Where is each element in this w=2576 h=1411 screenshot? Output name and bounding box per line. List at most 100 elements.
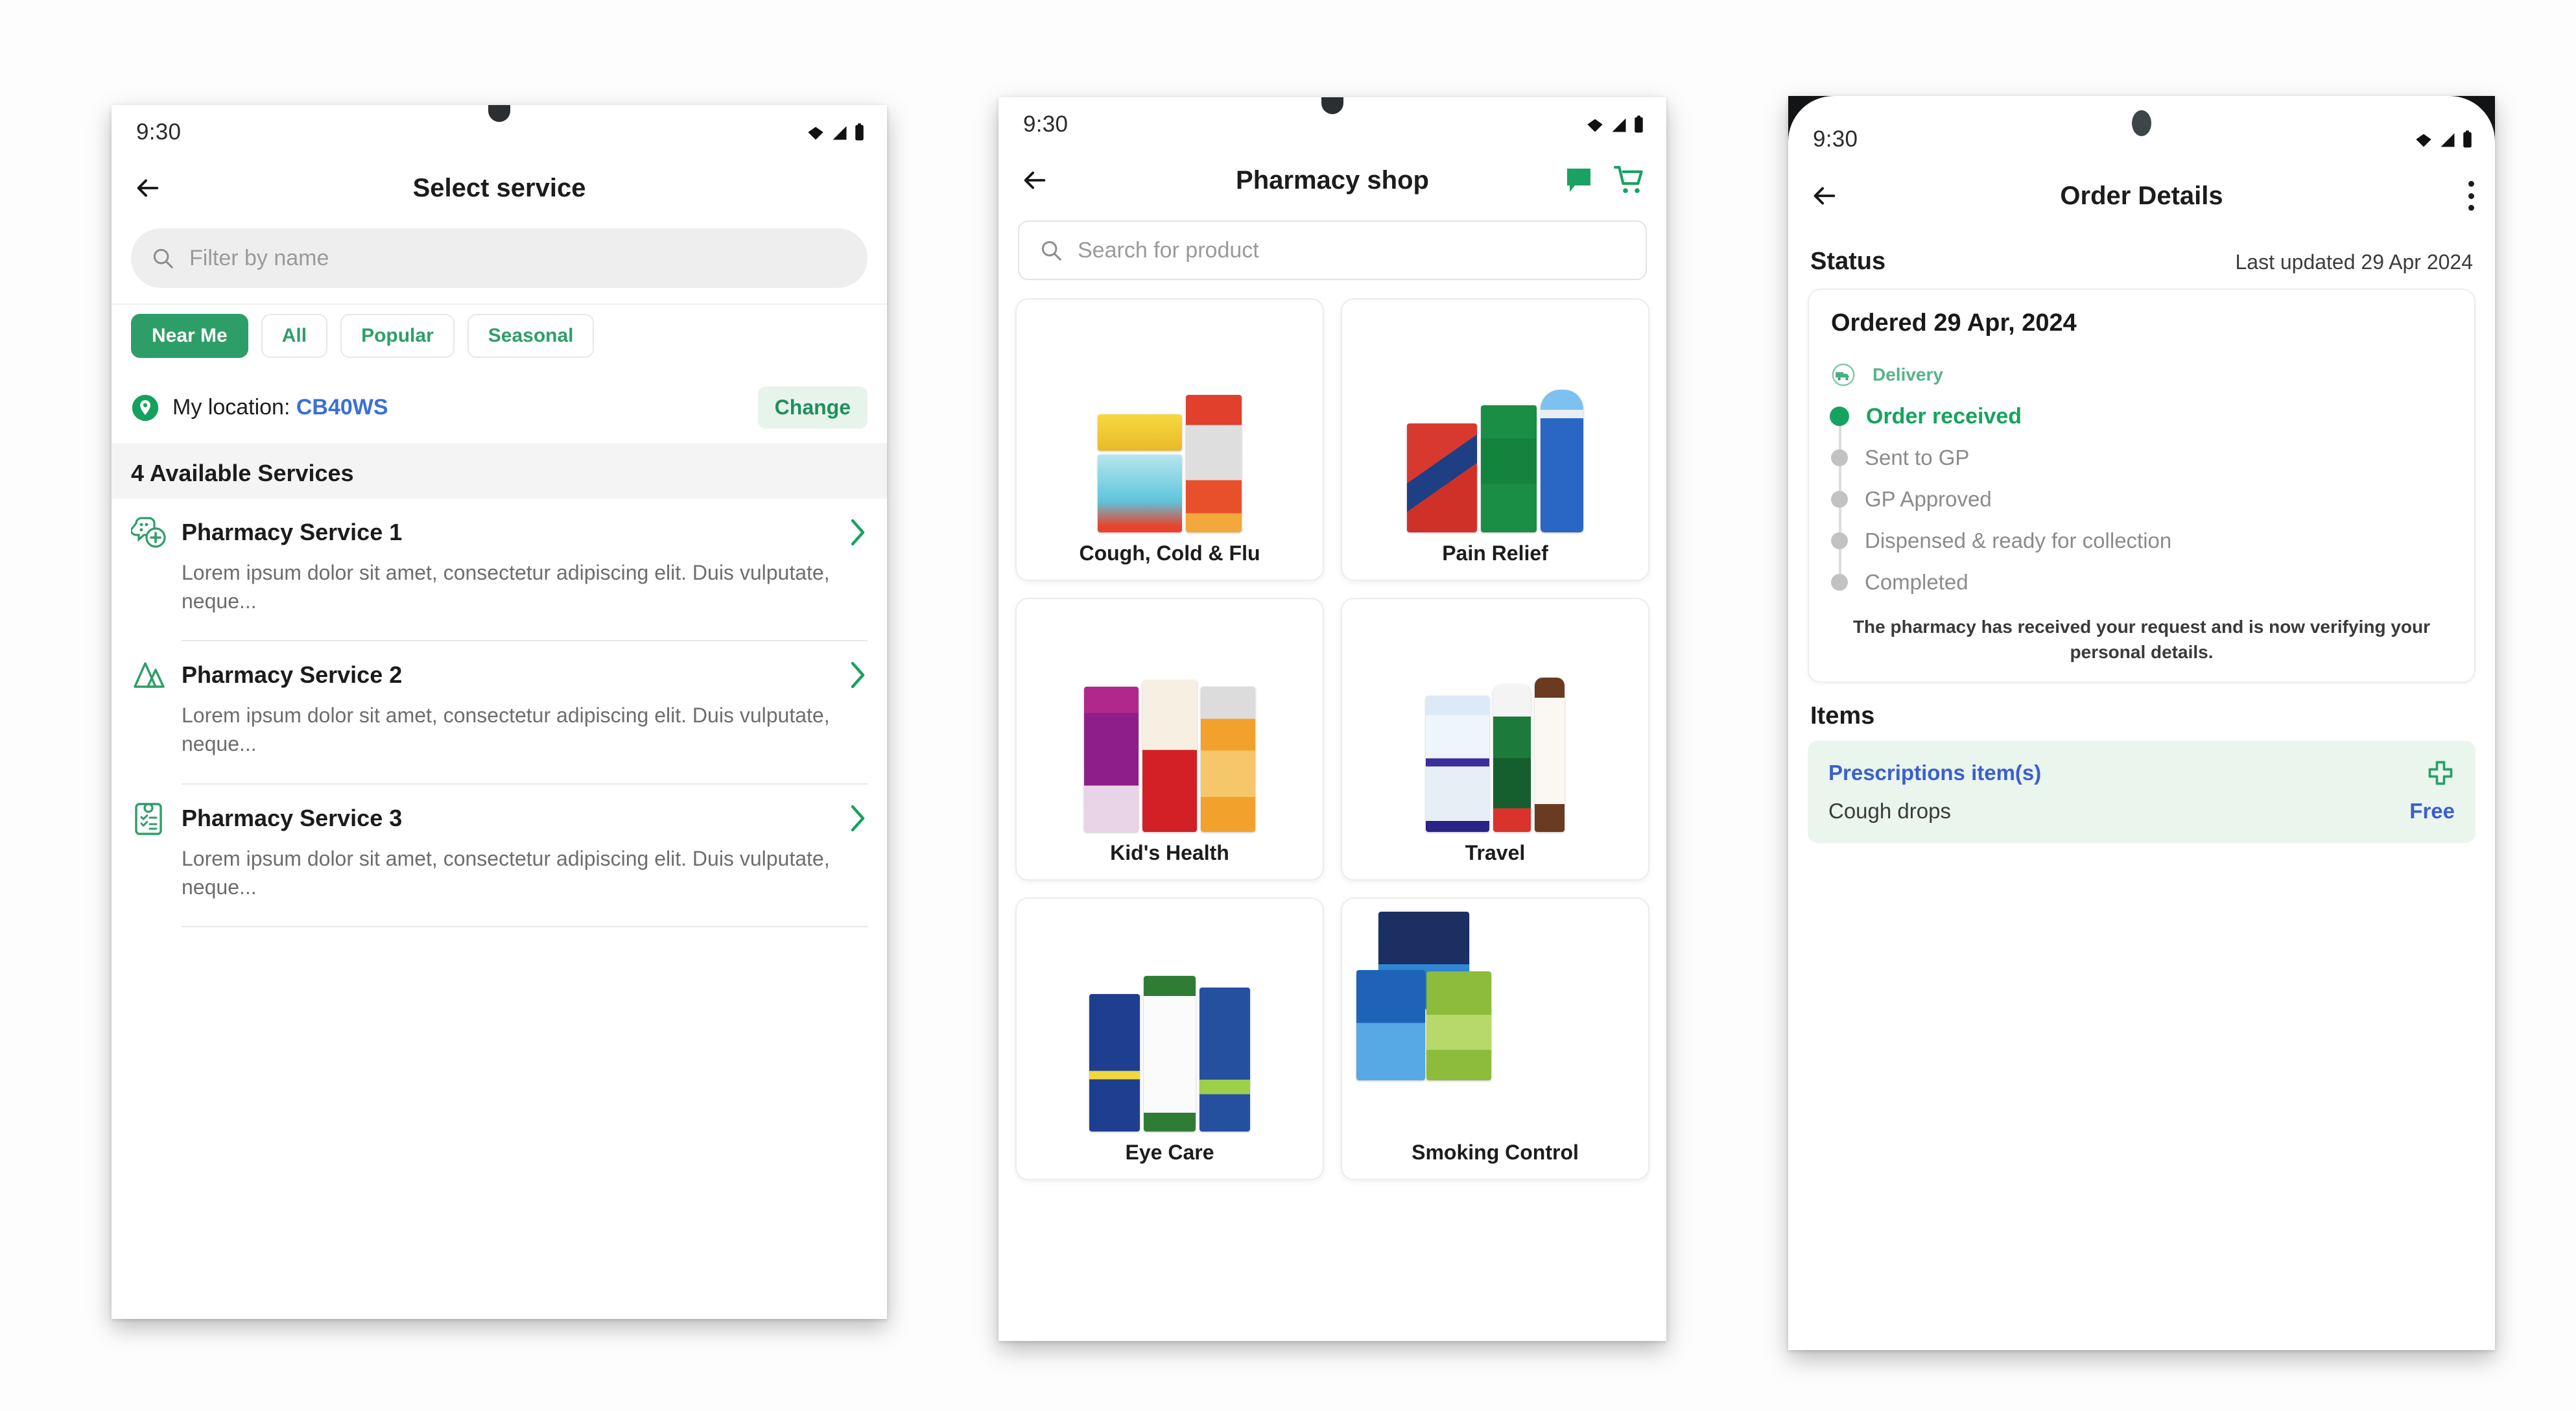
status-icons: [1585, 115, 1644, 134]
category-card-pain-relief[interactable]: Pain Relief: [1341, 298, 1649, 581]
chip-near-me[interactable]: Near Me: [131, 314, 248, 358]
table-row: Cough drops Free: [1828, 799, 2455, 824]
chevron-right-icon[interactable]: [848, 661, 868, 689]
timeline-label: Order received: [1866, 403, 2022, 429]
pain-relief-products-image: [1342, 300, 1648, 541]
timeline-row-sent-to-gp: Sent to GP: [1831, 437, 2452, 479]
status-icons: [806, 123, 865, 142]
order-timeline-card: Ordered 29 Apr, 2024 Delivery Order rece…: [1808, 289, 2476, 683]
status-time: 9:30: [1813, 126, 1858, 152]
timeline-dot: [1831, 574, 1848, 591]
timeline-dot: [1831, 532, 1848, 549]
category-card-eye-care[interactable]: Eye Care: [1015, 897, 1324, 1180]
chip-seasonal[interactable]: Seasonal: [467, 314, 595, 358]
kebab-menu-icon[interactable]: [2468, 181, 2474, 211]
wifi-icon: [808, 126, 823, 140]
cough-cold-flu-products-image: [1017, 300, 1323, 541]
order-date: Ordered 29 Apr, 2024: [1831, 309, 2077, 337]
timeline-row-order-received: Order received: [1830, 396, 2452, 437]
timeline-row-dispensed: Dispensed & ready for collection: [1831, 520, 2452, 562]
signal-icon: [2440, 133, 2455, 147]
items-heading: Items: [1810, 702, 1875, 730]
timeline-label: Sent to GP: [1865, 445, 1970, 469]
delivery-label: Delivery: [1873, 364, 1943, 385]
search-placeholder: Search for product: [1078, 237, 1259, 263]
chevron-right-icon[interactable]: [848, 518, 868, 547]
item-price: Free: [2409, 799, 2455, 824]
chat-bubble-icon[interactable]: [1563, 165, 1595, 196]
change-location-button[interactable]: Change: [757, 386, 868, 429]
page-title: Order Details: [2060, 181, 2223, 210]
location-pin-icon: [132, 394, 159, 421]
battery-icon: [1635, 115, 1643, 133]
category-grid: Cough, Cold & Flu Pain Relief Kid's Heal…: [998, 296, 1666, 1180]
service-row-header: Pharmacy Service 3: [131, 800, 868, 836]
chevron-right-icon[interactable]: [848, 804, 868, 833]
location-card: My location: CB40WS Change: [112, 372, 887, 443]
timeline-label: Completed: [1865, 570, 1968, 594]
category-card-kids-health[interactable]: Kid's Health: [1015, 598, 1324, 881]
battery-icon: [855, 123, 864, 141]
list-item[interactable]: Pharmacy Service 2 Lorem ipsum dolor sit…: [112, 641, 887, 771]
last-updated-text: Last updated 29 Apr 2024: [2235, 250, 2473, 274]
phone-mockup-order-details: 9:30 Order Details Status Last updated 2…: [1788, 96, 2495, 1350]
pharmacy-cross-icon[interactable]: [2426, 759, 2455, 787]
status-heading: Status: [1810, 248, 1886, 275]
timeline-label: Dispensed & ready for collection: [1865, 528, 2172, 552]
service-row-header: Pharmacy Service 2: [131, 657, 868, 693]
status-summary-row: Status Last updated 29 Apr 2024: [1788, 231, 2495, 289]
service-row-header: Pharmacy Service 1: [131, 514, 868, 551]
status-time: 9:30: [136, 119, 182, 145]
timeline-label: GP Approved: [1865, 487, 1992, 511]
screen-pharmacy-shop: 9:30 Pharmacy shop Search for product Co…: [998, 97, 1666, 1341]
wifi-icon: [1587, 119, 1603, 132]
list-item[interactable]: Pharmacy Service 3 Lorem ipsum dolor sit…: [112, 785, 887, 914]
chip-popular[interactable]: Popular: [340, 314, 455, 358]
status-bar: 9:30: [998, 97, 1666, 145]
clipboard-checklist-icon: [135, 802, 162, 835]
status-time: 9:30: [1023, 112, 1069, 137]
mountains-icon: [134, 662, 165, 689]
service-description: Lorem ipsum dolor sit amet, consectetur …: [182, 561, 830, 613]
search-icon: [1041, 241, 1061, 261]
search-input[interactable]: Search for product: [1018, 220, 1647, 280]
search-container: Filter by name: [112, 223, 887, 303]
search-placeholder: Filter by name: [189, 245, 329, 270]
timeline-dot: [1831, 449, 1848, 466]
timeline-list: Delivery Order received Sent to GP GP Ap…: [1830, 354, 2452, 603]
back-arrow-icon[interactable]: [132, 173, 162, 203]
item-name: Cough drops: [1828, 799, 1951, 824]
app-bar: Select service: [112, 153, 887, 223]
app-bar: Pharmacy shop: [998, 145, 1666, 215]
service-description: Lorem ipsum dolor sit amet, consectetur …: [182, 704, 830, 756]
app-bar: Order Details: [1788, 161, 2495, 231]
prescriptions-row[interactable]: Prescriptions item(s): [1828, 759, 2455, 787]
delivery-truck-icon: [1832, 363, 1855, 386]
available-services-heading: 4 Available Services: [131, 460, 354, 486]
list-item[interactable]: Pharmacy Service 1 Lorem ipsum dolor sit…: [112, 499, 887, 628]
location-label: My location: CB40WS: [172, 395, 388, 420]
eye-care-products-image: [1017, 899, 1323, 1141]
search-input[interactable]: Filter by name: [131, 228, 868, 288]
back-arrow-icon[interactable]: [1019, 165, 1049, 195]
category-card-travel[interactable]: Travel: [1341, 598, 1649, 881]
category-name: Smoking Control: [1412, 1141, 1579, 1164]
timeline-row-delivery: Delivery: [1831, 354, 2452, 396]
location-label-text: My location:: [172, 395, 290, 420]
shopping-cart-icon[interactable]: [1613, 165, 1646, 196]
screen-select-service: 9:30 Select service Filter by name Near: [112, 105, 887, 1319]
category-card-cough-cold-flu[interactable]: Cough, Cold & Flu: [1015, 298, 1324, 581]
timeline-row-gp-approved: GP Approved: [1831, 479, 2452, 520]
status-bar: 9:30: [112, 105, 887, 153]
back-arrow-icon[interactable]: [1809, 181, 1839, 211]
battery-icon: [2463, 130, 2472, 148]
phone-mockup-select-service: 9:30 Select service Filter by name Near: [112, 105, 887, 1319]
app-bar-actions: [2468, 181, 2474, 211]
items-card: Prescriptions item(s) Cough drops Free: [1808, 741, 2476, 844]
screen-order-details: 9:30 Order Details Status Last updated 2…: [1788, 96, 2495, 1350]
category-card-smoking-control[interactable]: Smoking Control: [1341, 897, 1649, 1180]
service-description: Lorem ipsum dolor sit amet, consectetur …: [182, 846, 830, 899]
service-name: Pharmacy Service 1: [182, 519, 403, 545]
page-title: Select service: [412, 173, 586, 202]
chip-all[interactable]: All: [261, 314, 328, 358]
